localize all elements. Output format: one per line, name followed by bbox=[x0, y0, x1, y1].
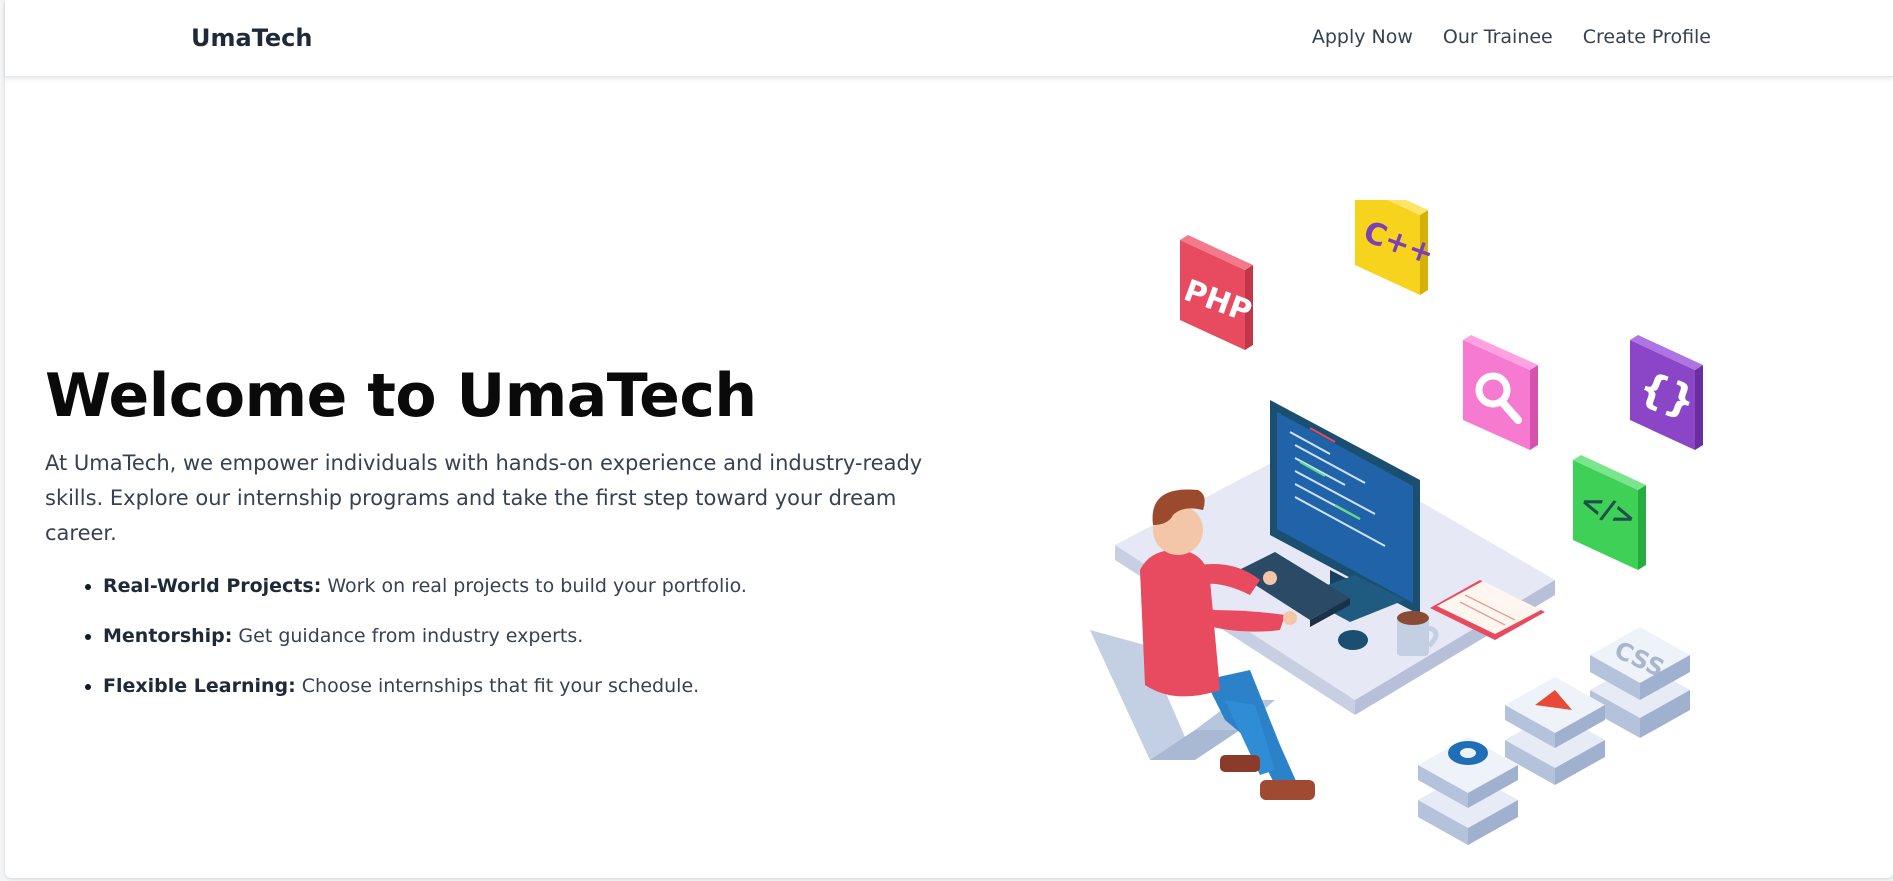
feature-text: Work on real projects to build your port… bbox=[321, 575, 747, 597]
feature-title: Flexible Learning: bbox=[103, 675, 296, 697]
tile-braces: {} bbox=[1630, 335, 1703, 450]
page-card: UmaTech Apply Now Our Trainee Create Pro… bbox=[5, 0, 1893, 878]
mouse bbox=[1338, 630, 1368, 650]
feature-item-projects: Real-World Projects: Work on real projec… bbox=[103, 573, 965, 599]
tile-cpp: C++ bbox=[1355, 200, 1439, 295]
hero-section: Welcome to UmaTech At UmaTech, we empowe… bbox=[45, 362, 965, 723]
hero-description: At UmaTech, we empower individuals with … bbox=[45, 451, 923, 545]
feature-title: Real-World Projects: bbox=[103, 575, 322, 597]
navbar: UmaTech Apply Now Our Trainee Create Pro… bbox=[5, 0, 1893, 77]
stack-css: CSS bbox=[1590, 627, 1690, 738]
feature-list: Real-World Projects: Work on real projec… bbox=[45, 573, 965, 699]
brand-logo[interactable]: UmaTech bbox=[191, 24, 312, 52]
feature-item-flexible: Flexible Learning: Choose internships th… bbox=[103, 673, 965, 699]
feature-title: Mentorship: bbox=[103, 625, 233, 647]
feature-item-mentorship: Mentorship: Get guidance from industry e… bbox=[103, 623, 965, 649]
feature-text: Choose internships that fit your schedul… bbox=[295, 675, 700, 697]
nav-link-our-trainee[interactable]: Our Trainee bbox=[1443, 26, 1553, 48]
gear-icon bbox=[1448, 741, 1488, 765]
stack-settings bbox=[1418, 737, 1518, 845]
nav-link-create-profile[interactable]: Create Profile bbox=[1583, 26, 1711, 48]
hero-title: Welcome to UmaTech bbox=[45, 361, 757, 431]
tile-php: PHP bbox=[1179, 235, 1256, 350]
tile-code: </> bbox=[1573, 455, 1646, 570]
nav-link-apply-now[interactable]: Apply Now bbox=[1312, 26, 1413, 48]
nav-links: Apply Now Our Trainee Create Profile bbox=[1312, 26, 1711, 48]
feature-text: Get guidance from industry experts. bbox=[232, 625, 584, 647]
developer-illustration: PHP C++ {} </> CSS bbox=[1090, 200, 1703, 845]
tile-search bbox=[1463, 335, 1538, 450]
